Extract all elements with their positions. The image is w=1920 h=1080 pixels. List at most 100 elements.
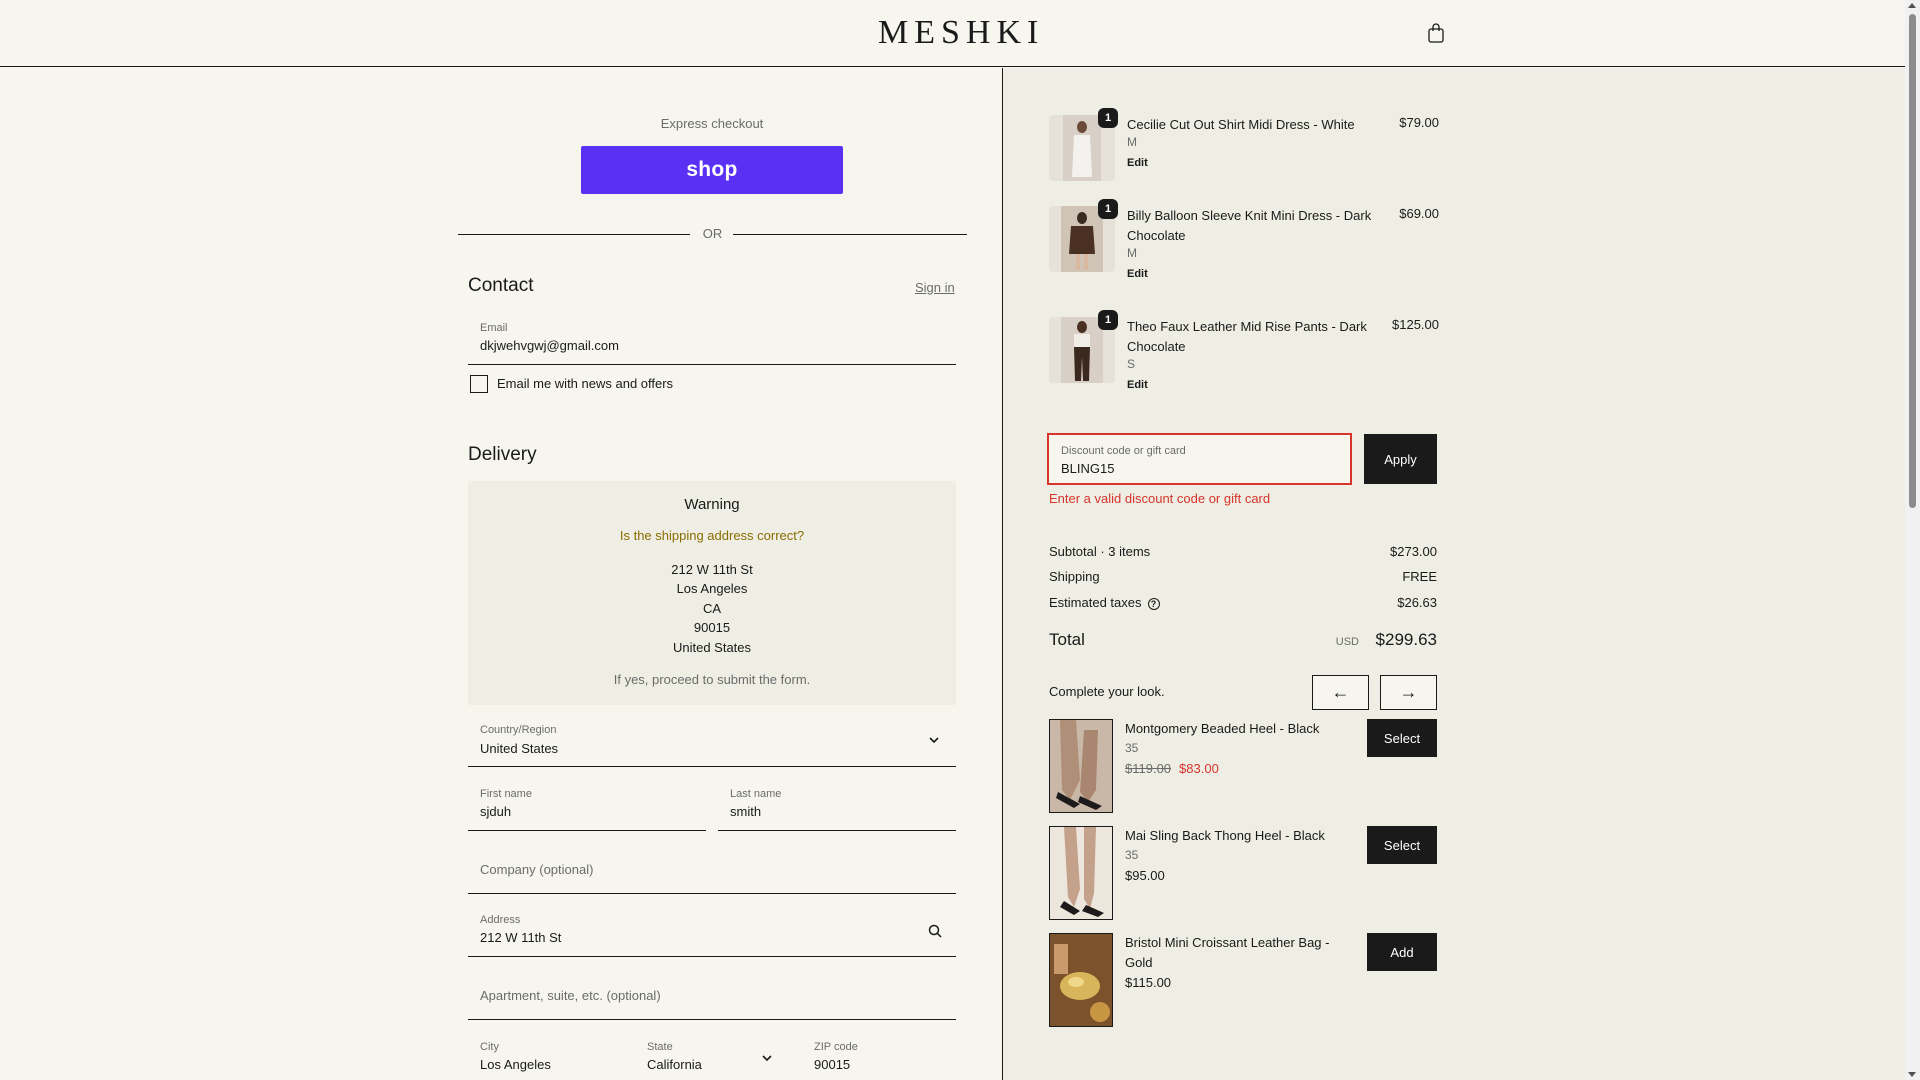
- company-field[interactable]: Company (optional): [468, 842, 956, 894]
- product-price: $95.00: [1125, 868, 1165, 883]
- subtotal-row: Subtotal · 3 items $273.00: [1049, 544, 1437, 559]
- add-button[interactable]: Add: [1367, 933, 1437, 971]
- page-scrollbar[interactable]: [1905, 0, 1920, 1080]
- checkout-form-column: Express checkout shop OR Contact Sign in…: [0, 68, 1002, 1080]
- address-field[interactable]: Address 212 W 11th St: [468, 905, 956, 957]
- product-thumbnail[interactable]: [1049, 826, 1113, 920]
- first-name-label: First name: [480, 788, 532, 800]
- country-value: United States: [480, 741, 559, 756]
- warning-address: 212 W 11th St Los Angeles CA 90015 Unite…: [468, 560, 956, 657]
- zip-field[interactable]: ZIP code 90015: [802, 1030, 956, 1080]
- discount-label: Discount code or gift card: [1061, 445, 1186, 457]
- state-select[interactable]: State California: [635, 1030, 789, 1080]
- shipping-label: Shipping: [1049, 569, 1100, 584]
- discount-value: BLING15: [1061, 461, 1115, 476]
- brand-logo[interactable]: MESHKI: [878, 14, 1044, 52]
- shop-pay-button[interactable]: shop: [581, 146, 843, 194]
- recommended-product: Montgomery Beaded Heel - Black 35 $119.0…: [1049, 719, 1439, 813]
- company-placeholder: Company (optional): [480, 862, 594, 877]
- complete-look-heading: Complete your look.: [1049, 684, 1165, 699]
- address-line: CA: [702, 600, 722, 616]
- help-icon[interactable]: ?: [1147, 597, 1160, 610]
- taxes-row: Estimated taxes? $26.63: [1049, 595, 1437, 610]
- cart-item-edit-link[interactable]: Edit: [1127, 379, 1148, 391]
- product-price: $115.00: [1125, 975, 1172, 990]
- cart-item-price: $125.00: [1392, 317, 1439, 332]
- address-line: United States: [672, 639, 752, 655]
- apartment-placeholder: Apartment, suite, etc. (optional): [480, 988, 661, 1003]
- shopping-bag-icon[interactable]: [1426, 22, 1446, 44]
- country-label: Country/Region: [480, 724, 557, 736]
- taxes-value: $26.63: [1397, 595, 1437, 610]
- cart-item-variant: M: [1127, 135, 1137, 149]
- product-name: Montgomery Beaded Heel - Black: [1125, 721, 1320, 736]
- sign-in-link[interactable]: Sign in: [915, 280, 955, 295]
- last-name-label: Last name: [730, 788, 782, 800]
- recommended-product: Bristol Mini Croissant Leather Bag - Gol…: [1049, 933, 1439, 1027]
- previous-button[interactable]: ←: [1312, 675, 1369, 710]
- zip-label: ZIP code: [814, 1041, 858, 1053]
- city-value: Los Angeles: [480, 1057, 551, 1072]
- search-icon[interactable]: [928, 924, 942, 938]
- last-name-field[interactable]: Last name smith: [718, 779, 956, 831]
- address-line: 212 W 11th St: [671, 562, 753, 577]
- warning-title: Warning: [684, 496, 740, 513]
- product-thumbnail[interactable]: [1049, 719, 1113, 813]
- cart-item-edit-link[interactable]: Edit: [1127, 268, 1148, 280]
- scroll-down-arrow-icon[interactable]: [1908, 1072, 1916, 1077]
- email-field[interactable]: Email dkjwehvgwj@gmail.com: [468, 315, 956, 365]
- scroll-up-arrow-icon[interactable]: [1908, 3, 1916, 8]
- total-label: Total: [1049, 630, 1085, 649]
- cart-item-name: Cecilie Cut Out Shirt Midi Dress - White: [1127, 117, 1355, 132]
- cart-item-price: $79.00: [1399, 115, 1439, 130]
- product-thumbnail[interactable]: [1049, 933, 1113, 1027]
- cart-item-edit-link[interactable]: Edit: [1127, 157, 1148, 169]
- newsletter-checkbox[interactable]: [470, 375, 488, 393]
- select-button[interactable]: Select: [1367, 826, 1437, 864]
- discount-code-field[interactable]: Discount code or gift card BLING15: [1047, 433, 1352, 485]
- address-line: Los Angeles: [676, 581, 748, 597]
- newsletter-label: Email me with news and offers: [497, 376, 674, 391]
- product-name: Mai Sling Back Thong Heel - Black: [1125, 828, 1325, 843]
- delivery-heading: Delivery: [468, 444, 537, 465]
- address-label: Address: [480, 914, 521, 926]
- product-price: $119.00 $83.00: [1125, 761, 1219, 776]
- scrollbar-thumb[interactable]: [1909, 14, 1916, 508]
- total-currency: USD: [1335, 636, 1359, 648]
- warning-note: If yes, proceed to submit the form.: [613, 672, 811, 687]
- apply-discount-button[interactable]: Apply: [1364, 434, 1437, 484]
- state-label: State: [647, 1041, 673, 1053]
- first-name-field[interactable]: First name sjduh: [468, 779, 706, 831]
- subtotal-label: Subtotal · 3 items: [1049, 544, 1151, 559]
- apartment-field[interactable]: Apartment, suite, etc. (optional): [468, 968, 956, 1020]
- cart-item: 1 Billy Balloon Sleeve Knit Mini Dress -…: [1049, 199, 1439, 280]
- cart-item-variant: M: [1127, 246, 1137, 260]
- warning-question: Is the shipping address correct?: [619, 528, 805, 543]
- product-name: Bristol Mini Croissant Leather Bag - Gol…: [1125, 935, 1330, 970]
- email-value: dkjwehvgwj@gmail.com: [480, 338, 619, 353]
- site-header: MESHKI: [0, 0, 1905, 67]
- arrow-left-icon: ←: [1331, 682, 1350, 702]
- country-select[interactable]: Country/Region United States: [468, 715, 956, 767]
- first-name-value: sjduh: [480, 804, 512, 819]
- city-field[interactable]: City Los Angeles: [468, 1030, 622, 1080]
- select-button[interactable]: Select: [1367, 719, 1437, 757]
- cart-item: 1 Cecilie Cut Out Shirt Midi Dress - Whi…: [1049, 108, 1439, 185]
- cart-item: 1 Theo Faux Leather Mid Rise Pants - Dar…: [1049, 310, 1439, 391]
- product-size: 35: [1125, 848, 1139, 862]
- chevron-down-icon: [929, 737, 939, 744]
- arrow-right-icon: →: [1399, 682, 1418, 702]
- next-button[interactable]: →: [1380, 675, 1437, 710]
- or-divider: OR: [458, 226, 967, 242]
- subtotal-value: $273.00: [1390, 544, 1437, 559]
- last-name-value: smith: [730, 804, 762, 819]
- cart-item-price: $69.00: [1399, 206, 1439, 221]
- quantity-badge: 1: [1098, 199, 1118, 219]
- cart-item-name: Theo Faux Leather Mid Rise Pants - Dark …: [1127, 319, 1367, 354]
- city-label: City: [480, 1041, 499, 1053]
- recommended-product: Mai Sling Back Thong Heel - Black 35 $95…: [1049, 826, 1439, 920]
- address-warning-box: Warning Is the shipping address correct?…: [468, 481, 956, 705]
- email-label: Email: [480, 322, 508, 334]
- total-value: $299.63: [1375, 630, 1437, 649]
- sale-price: $83.00: [1179, 761, 1219, 776]
